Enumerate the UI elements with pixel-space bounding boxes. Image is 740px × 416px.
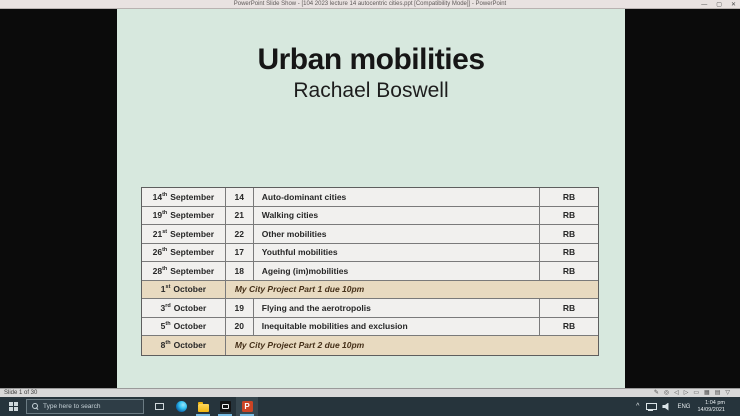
maximize-icon[interactable]: ▢ — [716, 1, 722, 8]
statusbar-controls: ✎ ◎ ◁ ▷ ▭ ▦ ▤ ▽ — [654, 390, 730, 396]
close-icon[interactable]: ✕ — [731, 1, 736, 8]
table-row: 26th September 17 Youthful mobilities RB — [142, 243, 598, 262]
lecture-number-cell: 14 — [226, 188, 254, 206]
presenter-cell: RB — [562, 321, 576, 332]
table-row: 5th October 20 Inequitable mobilities and… — [142, 317, 598, 336]
topic-cell: Youthful mobilities — [254, 243, 541, 261]
zoom-chevron-icon[interactable]: ▽ — [725, 390, 730, 396]
slide-indicator: Slide 1 of 30 — [4, 390, 38, 396]
topic-cell: Other mobilities — [254, 225, 541, 243]
annotations-menu-icon[interactable]: ◎ — [664, 390, 669, 396]
powerpoint-icon: P — [241, 401, 253, 412]
date-cell: 28th September — [142, 262, 226, 280]
lecture-number-cell: 20 — [226, 317, 254, 335]
date-cell: 5th October — [142, 317, 226, 335]
project-note-cell: My City Project Part 1 due 10pm — [234, 284, 365, 295]
video-app-button[interactable] — [214, 397, 236, 416]
slide-title: Urban mobilities — [257, 43, 485, 76]
edge-icon — [175, 401, 187, 412]
powerpoint-button[interactable]: P — [236, 397, 258, 416]
system-tray: ^ ENG 1:04 pm 14/09/2021 — [636, 397, 740, 416]
language-indicator[interactable]: ENG — [677, 404, 690, 410]
topic-cell: Walking cities — [254, 206, 541, 224]
date-cell: 3rd October — [142, 299, 226, 317]
topic-cell: Flying and the aerotropolis — [254, 299, 541, 317]
clock[interactable]: 1:04 pm 14/09/2021 — [697, 400, 725, 414]
edge-button[interactable] — [170, 397, 192, 416]
reading-view-icon[interactable]: ▤ — [715, 390, 721, 396]
pen-icon[interactable]: ✎ — [654, 390, 659, 396]
lecture-number-cell: 21 — [226, 206, 254, 224]
presenter-cell: RB — [562, 191, 576, 202]
search-input[interactable]: Type here to search — [26, 399, 144, 414]
taskbar-app-icons: P — [148, 397, 258, 416]
next-slide-icon[interactable]: ▷ — [684, 390, 689, 396]
schedule-table: 14th September 14 Auto-dominant cities RB… — [141, 187, 599, 356]
presenter-cell: RB — [562, 247, 576, 258]
topic-cell: Inequitable mobilities and exclusion — [254, 317, 541, 335]
date-cell: 21st September — [142, 225, 226, 243]
normal-view-icon[interactable]: ▭ — [693, 390, 699, 396]
slide-sorter-icon[interactable]: ▦ — [704, 390, 710, 396]
table-row: 3rd October 19 Flying and the aerotropoli… — [142, 299, 598, 318]
slide-canvas[interactable]: Urban mobilities Rachael Boswell 14th Sep… — [117, 9, 625, 388]
taskbar: Type here to search P ^ ENG 1:04 pm 14/0… — [0, 397, 740, 416]
table-row: 19th September 21 Walking cities RB — [142, 206, 598, 225]
network-icon[interactable] — [646, 402, 658, 411]
start-button[interactable] — [0, 397, 26, 416]
date-cell: 19th September — [142, 206, 226, 224]
presenter-cell: RB — [562, 228, 576, 239]
statusbar: Slide 1 of 30 ✎ ◎ ◁ ▷ ▭ ▦ ▤ ▽ — [0, 388, 740, 397]
presenter-cell: RB — [562, 302, 576, 313]
table-row: 14th September 14 Auto-dominant cities RB — [142, 188, 598, 207]
topic-cell: Ageing (im)mobilities — [254, 262, 541, 280]
tray-date: 14/09/2021 — [697, 406, 725, 413]
project-note-cell: My City Project Part 2 due 10pm — [234, 340, 365, 351]
table-row: 28th September 18 Ageing (im)mobilities R… — [142, 262, 598, 281]
date-cell: 14th September — [142, 188, 226, 206]
speaker-icon[interactable] — [662, 402, 669, 411]
search-icon — [32, 403, 39, 410]
window-controls: — ▢ ✕ — [701, 0, 736, 9]
file-explorer-button[interactable] — [192, 397, 214, 416]
desktop-screen: PowerPoint Slide Show - [104 2023 lectur… — [0, 0, 740, 416]
slide-subtitle: Rachael Boswell — [293, 79, 449, 102]
window-titlebar: PowerPoint Slide Show - [104 2023 lectur… — [0, 0, 740, 9]
topic-cell: Auto-dominant cities — [254, 188, 541, 206]
presenter-cell: RB — [562, 265, 576, 276]
folder-icon — [197, 401, 209, 412]
lecture-number-cell: 19 — [226, 299, 254, 317]
project-deadline-row: 1st October My City Project Part 1 due 10… — [142, 280, 598, 299]
presenter-cell: RB — [562, 210, 576, 221]
table-row: 21st September 22 Other mobilities RB — [142, 225, 598, 244]
minimize-icon[interactable]: — — [701, 2, 707, 8]
task-view-button[interactable] — [148, 397, 170, 416]
search-placeholder: Type here to search — [43, 403, 101, 410]
lecture-number-cell: 17 — [226, 243, 254, 261]
date-cell: 8th October — [142, 336, 226, 355]
lecture-number-cell: 18 — [226, 262, 254, 280]
task-view-icon — [154, 403, 164, 410]
windows-logo-icon — [8, 402, 18, 411]
window-title: PowerPoint Slide Show - [104 2023 lectur… — [233, 1, 507, 7]
tray-chevron-icon[interactable]: ^ — [636, 403, 639, 410]
tray-time: 1:04 pm — [705, 399, 725, 406]
date-cell: 26th September — [142, 243, 226, 261]
lecture-number-cell: 22 — [226, 225, 254, 243]
previous-slide-icon[interactable]: ◁ — [674, 390, 679, 396]
project-deadline-row: 8th October My City Project Part 2 due 10… — [142, 336, 598, 355]
video-app-icon — [219, 401, 231, 412]
date-cell: 1st October — [142, 280, 226, 298]
